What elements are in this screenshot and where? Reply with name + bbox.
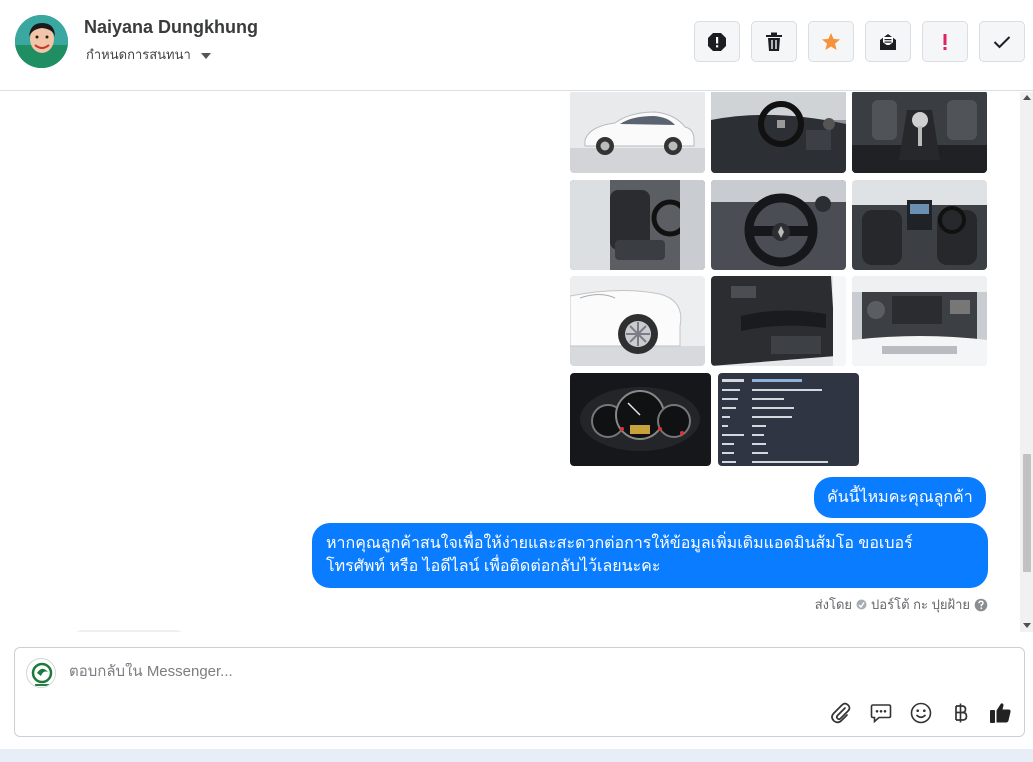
baht-payment-icon [954, 703, 967, 722]
verified-user-icon [856, 599, 867, 610]
incoming-bubble-partial [74, 630, 184, 632]
sent-by-label: ส่งโดย [814, 597, 853, 612]
conversation-header: Naiyana Dungkhung กำหนดการสนทนา [0, 0, 1033, 91]
photo-car-front-wheel[interactable] [570, 276, 705, 366]
mark-done-button[interactable] [979, 21, 1025, 62]
composer-tools [829, 701, 1012, 724]
contact-avatar[interactable] [15, 15, 68, 68]
scroll-thumb[interactable] [1023, 454, 1031, 572]
photo-car-exterior-side[interactable] [570, 92, 705, 173]
chat-scrollbar[interactable] [1020, 92, 1033, 632]
message-bubble-request-contact[interactable]: หากคุณลูกค้าสนใจเพื่อให้ง่ายและสะดวกต่อก… [312, 523, 988, 588]
conversation-toolbar [694, 21, 1025, 62]
photo-car-engine-bay[interactable] [852, 276, 987, 366]
payment-button[interactable] [949, 701, 972, 724]
paperclip-icon [830, 702, 850, 723]
assign-conversation-label: กำหนดการสนทนา [86, 47, 191, 62]
photo-car-front-seats[interactable] [570, 180, 705, 270]
photo-car-spec-sheet[interactable] [718, 373, 859, 466]
emoji-icon [910, 702, 931, 723]
message-text: คันนี้ไหมคะคุณลูกค้า [827, 489, 973, 506]
star-button[interactable] [808, 21, 854, 62]
check-icon [993, 35, 1011, 48]
star-icon [822, 32, 840, 50]
reply-composer [14, 647, 1025, 737]
reply-input[interactable] [69, 663, 769, 680]
envelope-open-icon [880, 33, 896, 50]
like-button[interactable] [989, 701, 1012, 724]
exclamation-icon [943, 33, 947, 50]
photo-car-gear-shift[interactable] [852, 92, 987, 173]
alert-octagon-icon [708, 32, 726, 51]
thumbs-up-icon [990, 703, 1011, 723]
scroll-up-arrow-icon[interactable] [1023, 95, 1031, 100]
caret-down-icon [200, 52, 211, 59]
inbox-conversation-view: Naiyana Dungkhung กำหนดการสนทนา คันนี้ไห… [0, 0, 1033, 762]
message-bubble-question[interactable]: คันนี้ไหมคะคุณลูกค้า [814, 477, 986, 518]
message-text-line-2: โทรศัพท์ หรือ ไอดีไลน์ เพื่อติดต่อกลับไว… [326, 558, 661, 575]
help-icon[interactable] [974, 598, 988, 612]
mark-unread-button[interactable] [865, 21, 911, 62]
trash-icon [766, 32, 782, 51]
saved-reply-icon [870, 703, 891, 723]
message-text-line-1: หากคุณลูกค้าสนใจเพื่อให้ง่ายและสะดวกต่อก… [326, 535, 913, 552]
message-thread[interactable]: คันนี้ไหมคะคุณลูกค้า หากคุณลูกค้าสนใจเพื… [0, 92, 1020, 632]
emoji-button[interactable] [909, 701, 932, 724]
photo-car-interior-rear-view[interactable] [852, 180, 987, 270]
contact-name[interactable]: Naiyana Dungkhung [84, 17, 258, 38]
sent-by-info: ส่งโดย ปอร์โต้ กะ ปุยฝ้าย [815, 594, 988, 615]
sent-by-author[interactable]: ปอร์โต้ กะ ปุยฝ้าย [871, 594, 970, 615]
bottom-strip [0, 749, 1033, 762]
delete-button[interactable] [751, 21, 797, 62]
page-avatar [26, 658, 56, 688]
scroll-down-arrow-icon[interactable] [1023, 623, 1031, 628]
saved-replies-button[interactable] [869, 701, 892, 724]
mark-important-button[interactable] [922, 21, 968, 62]
attach-button[interactable] [829, 701, 852, 724]
photo-car-door-panel[interactable] [711, 276, 846, 366]
photo-car-instrument-cluster[interactable] [570, 373, 711, 466]
assign-conversation-dropdown[interactable]: กำหนดการสนทนา [86, 44, 211, 65]
photo-car-dashboard[interactable] [711, 92, 846, 173]
photo-car-steering-wheel[interactable] [711, 180, 846, 270]
spam-report-button[interactable] [694, 21, 740, 62]
